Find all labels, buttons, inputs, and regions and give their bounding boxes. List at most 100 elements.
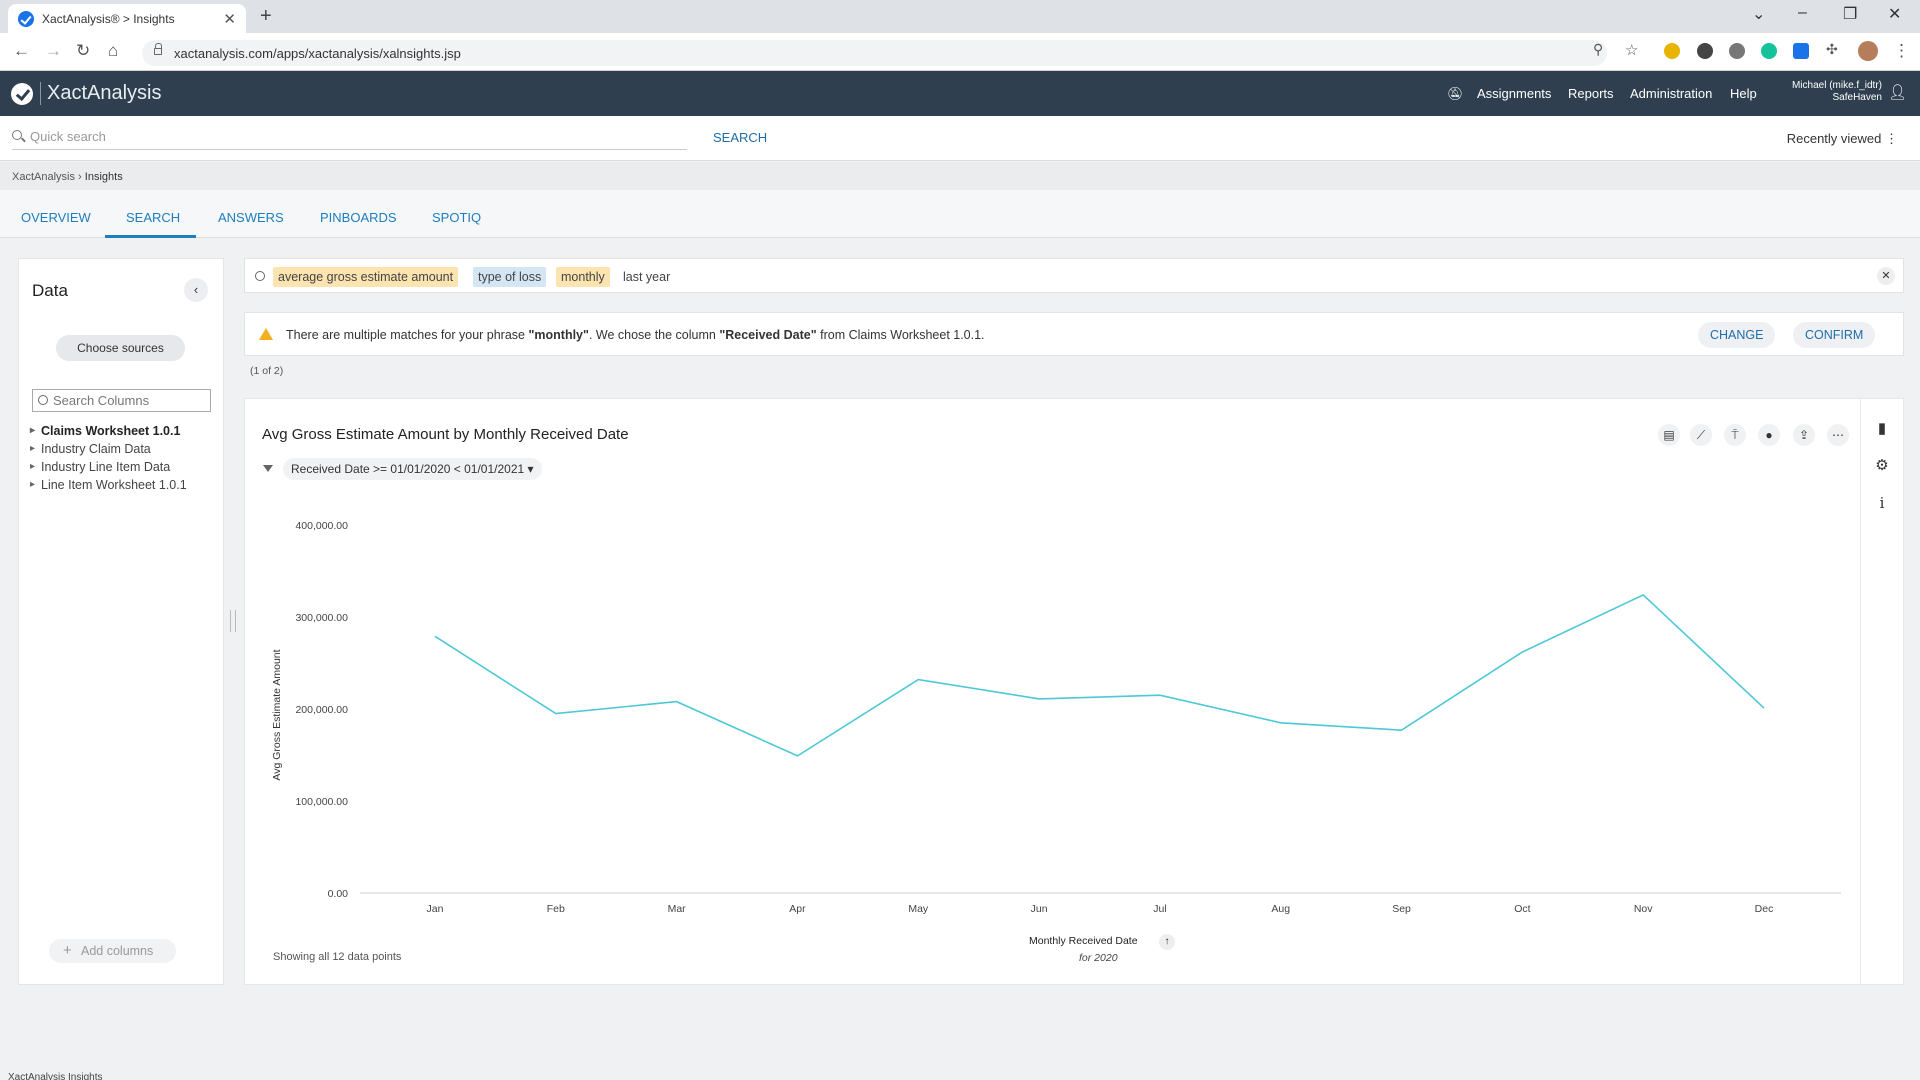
lock-icon [154,43,162,55]
search-icon [12,130,22,140]
tab-overview[interactable]: OVERVIEW [21,210,91,225]
x-axis-title[interactable]: Monthly Received Date [1029,935,1138,947]
minimize-icon[interactable]: – [1798,4,1807,22]
insights-tabs: OVERVIEW SEARCH ANSWERS PINBOARDS SPOTIQ [0,190,1920,238]
tab-search[interactable]: SEARCH [126,210,180,225]
nav-reports[interactable]: Reports [1568,86,1614,101]
search-token-bar[interactable]: average gross estimate amount type of lo… [244,258,1904,293]
extension-grey-icon[interactable] [1729,43,1745,59]
user-icon[interactable]: 👤︎ [1888,83,1907,101]
y-tick-label: 400,000.00 [295,520,348,532]
search-columns-placeholder: Search Columns [53,393,150,408]
close-window-icon[interactable]: ✕ [1888,4,1901,24]
panel-resize-handle[interactable] [230,610,236,632]
data-point-count: Showing all 12 data points [273,951,402,963]
change-button[interactable]: CHANGE [1698,322,1776,348]
search-token-text[interactable]: last year [618,267,675,287]
search-token-keyword[interactable]: monthly [556,267,610,287]
quick-search-input[interactable]: Quick search [12,126,687,150]
new-tab-icon[interactable]: + [260,5,272,28]
reload-icon[interactable]: ↻ [76,41,90,61]
search-token-measure[interactable]: average gross estimate amount [273,267,459,287]
extensions-puzzle-icon[interactable]: ✣ [1826,41,1838,58]
data-point[interactable] [553,711,559,717]
browser-menu-icon[interactable]: ⋮ [1893,41,1910,61]
sort-ascending-icon[interactable]: ↑ [1159,934,1175,950]
data-point[interactable] [1761,705,1767,711]
data-panel: Data ‹ Choose sources Search Columns Cla… [18,258,224,985]
home-icon[interactable]: ⌂ [108,41,118,61]
tab-spotiq[interactable]: SPOTIQ [432,210,481,225]
source-item[interactable]: Industry Claim Data [30,442,151,456]
search-icon [255,271,265,281]
nav-assignments[interactable]: Assignments [1477,86,1551,101]
tab-pinboards[interactable]: PINBOARDS [320,210,397,225]
y-tick-label: 100,000.00 [295,796,348,808]
data-point[interactable] [1157,692,1163,698]
profile-avatar[interactable] [1858,41,1878,61]
x-axis-subtitle: for 2020 [1079,952,1118,964]
extension-v-icon[interactable] [1664,43,1680,59]
grammarly-icon[interactable] [1761,43,1777,59]
source-item[interactable]: Line Item Worksheet 1.0.1 [30,478,187,492]
close-tab-icon[interactable]: ✕ [223,10,236,28]
quick-search-button[interactable]: SEARCH [713,130,767,145]
data-point[interactable] [915,677,921,683]
breadcrumb-separator-icon: › [78,171,85,183]
url-field[interactable]: xactanalysis.com/apps/xactanalysis/xalns… [142,40,1607,66]
x-tick-label: Apr [789,903,806,915]
tab-search-icon[interactable]: ⌄ [1752,4,1765,24]
xact-favicon-icon [18,10,34,27]
search-token-attribute[interactable]: type of loss [473,267,547,287]
tab-answers[interactable]: ANSWERS [218,210,284,225]
brand-name[interactable]: XactAnalysis [40,82,162,105]
search-icon [38,395,48,405]
data-point[interactable] [1036,696,1042,702]
forward-icon[interactable]: → [45,41,62,61]
info-icon[interactable]: i [1872,494,1892,514]
bookmark-star-icon[interactable]: ☆ [1625,41,1638,59]
confirm-button[interactable]: CONFIRM [1793,322,1876,348]
warning-message: There are multiple matches for your phra… [286,328,985,342]
user-name: Michael (mike.f_idtr) [1791,80,1882,91]
y-tick-label: 200,000.00 [295,704,348,716]
y-tick-label: 300,000.00 [295,612,348,624]
extension-chat-icon[interactable] [1793,43,1809,59]
search-columns-input[interactable]: Search Columns [32,389,211,412]
series-line [434,593,1765,757]
browser-tab[interactable]: XactAnalysis® > Insights ✕ [8,4,246,33]
nav-help[interactable]: Help [1730,86,1757,101]
breadcrumb-root[interactable]: XactAnalysis [12,171,75,183]
y-tick-label: 0.00 [328,888,349,900]
data-point[interactable] [432,633,438,639]
data-point[interactable] [1519,649,1525,655]
source-item[interactable]: Industry Line Item Data [30,460,170,474]
add-columns-button[interactable]: Add columns [49,939,176,963]
status-bar-text: XactAnalysis Insights [8,1072,103,1080]
address-bar: ← → ↻ ⌂ xactanalysis.com/apps/xactanalys… [0,33,1920,71]
data-point[interactable] [1640,592,1646,598]
x-tick-label: Sep [1392,903,1411,915]
settings-gear-icon[interactable]: ⚙ [1872,456,1892,476]
clear-search-icon[interactable]: ✕ [1877,267,1895,285]
data-point[interactable] [794,753,800,759]
chart-type-icon[interactable]: ▮ [1872,419,1892,439]
x-tick-label: Aug [1271,903,1290,915]
choose-sources-button[interactable]: Choose sources [56,335,185,361]
recently-viewed-menu[interactable]: Recently viewed ⋮ [1787,131,1898,147]
data-point[interactable] [1399,727,1405,733]
ambiguity-warning: There are multiple matches for your phra… [244,312,1904,356]
source-item[interactable]: Claims Worksheet 1.0.1 [30,424,180,438]
data-point[interactable] [1278,720,1284,726]
notifications-off-icon[interactable]: 🔕︎ [1447,86,1464,102]
breadcrumb-current: Insights [84,171,123,183]
restore-icon[interactable]: ❐ [1843,4,1857,24]
data-point[interactable] [674,699,680,705]
nav-administration[interactable]: Administration [1630,86,1712,101]
back-icon[interactable]: ← [13,41,30,61]
xact-logo-icon [11,83,33,105]
zoom-icon[interactable]: ⚲ [1593,41,1603,58]
extension-dark-icon[interactable] [1697,43,1713,59]
user-menu[interactable]: Michael (mike.f_idtr) SafeHaven [1792,80,1882,104]
collapse-panel-icon[interactable]: ‹ [184,278,208,302]
